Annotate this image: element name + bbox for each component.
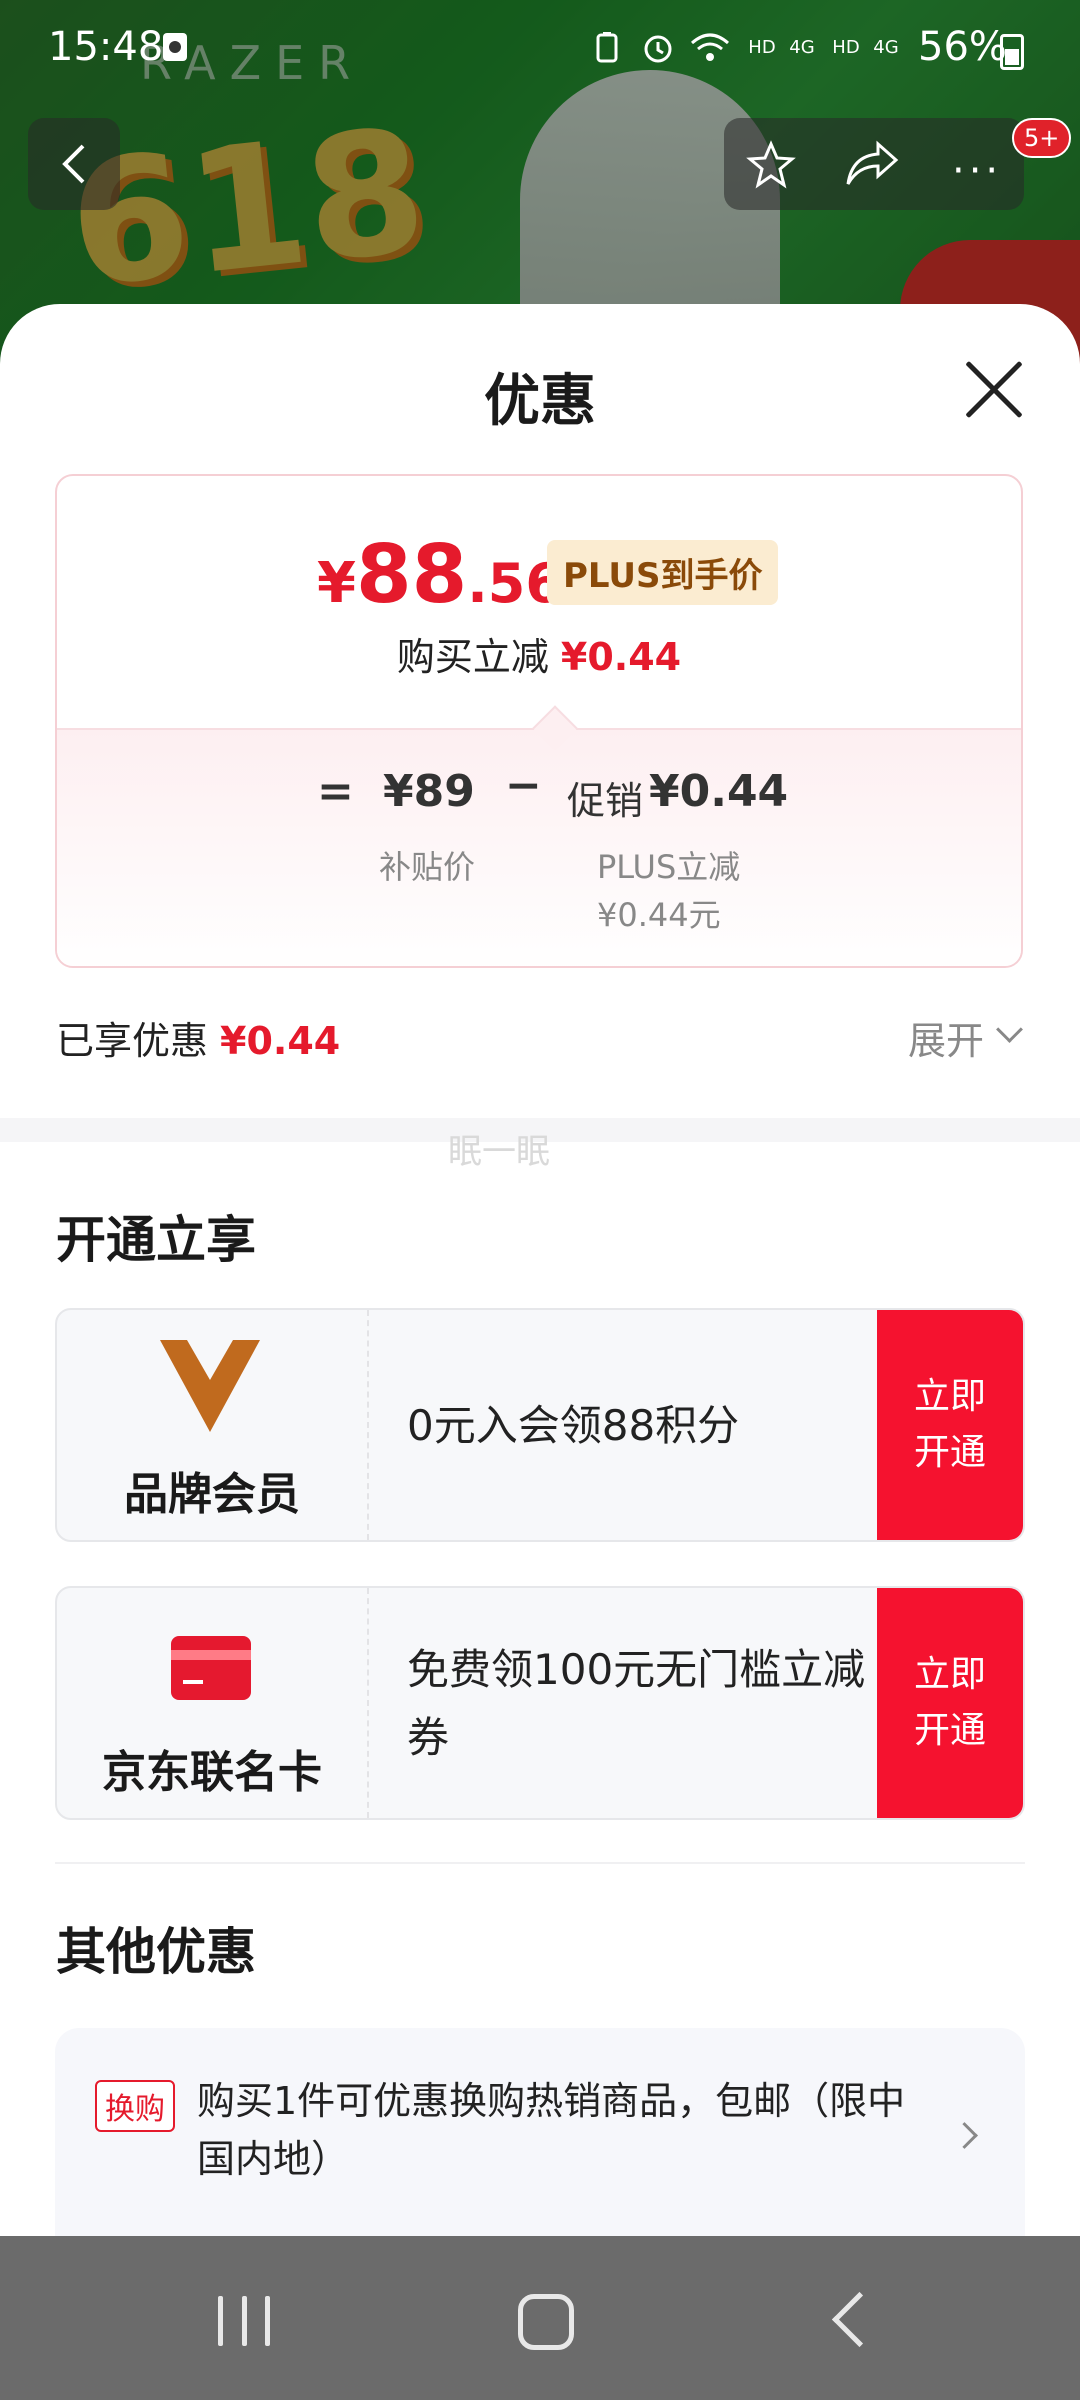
promo-caption-line1: PLUS立减	[597, 848, 741, 886]
open-section-title: 开通立享	[56, 1211, 256, 1269]
wifi-icon	[690, 30, 730, 64]
price-integer: 88	[355, 528, 468, 621]
offer-name: 京东联名卡	[102, 1747, 322, 1798]
share-button[interactable]	[844, 140, 900, 194]
favorite-button[interactable]	[746, 140, 796, 194]
notification-badge: 5+	[1012, 118, 1072, 158]
recents-button[interactable]	[218, 2296, 270, 2346]
signal-4g-icon: 4G	[789, 36, 815, 58]
trade-in-text: 购买1件可优惠换购热销商品，包邮（限中国内地）	[197, 2079, 906, 2181]
buy-reduce-value: ¥0.44	[560, 635, 682, 679]
open-now-label: 立即开通	[913, 1376, 986, 1473]
formula-minus: −	[505, 760, 542, 811]
watermark-text: 眠一眠	[448, 1132, 550, 1172]
formula-promo-value: ¥0.44	[649, 766, 789, 817]
plus-price-tag: PLUS到手价	[547, 540, 779, 605]
hd-icon-2: HD	[832, 36, 860, 58]
chevron-right-icon	[951, 2122, 978, 2149]
sheet-title: 优惠	[484, 369, 596, 434]
app-notification-icon	[160, 30, 190, 64]
formula-base-price: ¥89	[383, 766, 475, 817]
expand-button[interactable]: 展开	[908, 1010, 984, 1065]
offer-description: 0元入会领88积分	[407, 1401, 740, 1450]
navigation-bar	[0, 2236, 1080, 2400]
alarm-icon	[640, 30, 676, 64]
status-time: 15:48	[48, 24, 164, 70]
status-bar: 15:48 HD 4G HD 4G 56%	[0, 0, 1080, 96]
trade-in-tag: 换购	[95, 2080, 175, 2132]
buy-reduce-row: 购买立减 ¥0.44	[57, 626, 1021, 681]
offer-name: 品牌会员	[124, 1469, 300, 1520]
trade-in-offer-row[interactable]: 换购 购买1件可优惠换购热销商品，包邮（限中国内地）	[55, 2028, 1025, 2236]
brand-member-offer[interactable]: 品牌会员 0元入会领88积分 立即开通	[55, 1308, 1025, 1542]
open-now-button[interactable]: 立即开通	[877, 1310, 1023, 1540]
home-button[interactable]	[518, 2294, 574, 2350]
enjoyed-value: ¥0.44	[220, 1019, 341, 1063]
star-icon	[746, 140, 796, 189]
chevron-down-icon	[996, 1016, 1023, 1043]
offer-left-panel: 品牌会员	[57, 1310, 369, 1540]
open-now-button[interactable]: 立即开通	[877, 1588, 1023, 1818]
discount-sheet: 优惠 ¥88.56 PLUS到手价 购买立减 ¥0.44 = ¥89 − 促销 ¥…	[0, 304, 1080, 2236]
co-brand-card-offer[interactable]: 京东联名卡 免费领100元无门槛立减券 立即开通	[55, 1586, 1025, 1820]
formula-promo-label: 促销	[567, 779, 644, 823]
price-card: ¥88.56 PLUS到手价 购买立减 ¥0.44 = ¥89 − 促销 ¥0.4…	[55, 474, 1023, 968]
battery-percentage: 56%	[918, 24, 1007, 70]
base-price-caption: 补贴价	[379, 848, 476, 886]
divider-line	[55, 1862, 1025, 1864]
battery-saver-icon	[592, 30, 622, 64]
enjoyed-discount-row: 已享优惠 ¥0.44	[56, 1010, 340, 1065]
top-actions-group: ···	[724, 118, 1024, 210]
offer-left-panel: 京东联名卡	[57, 1588, 369, 1818]
hd-icon: HD	[748, 36, 776, 58]
more-dots-icon: ···	[952, 148, 1003, 194]
close-button[interactable]	[962, 358, 1026, 422]
credit-card-icon	[171, 1636, 251, 1700]
chevron-left-icon	[62, 144, 85, 184]
promo-caption-line2: ¥0.44元	[597, 896, 721, 934]
offer-description: 免费领100元无门槛立减券	[407, 1645, 866, 1762]
other-section-title: 其他优惠	[56, 1923, 256, 1981]
open-now-label: 立即开通	[913, 1654, 986, 1751]
price-currency: ¥	[317, 551, 356, 616]
back-button[interactable]	[28, 118, 120, 210]
battery-icon	[1000, 34, 1024, 70]
share-icon	[846, 140, 899, 185]
signal-4g-icon-2: 4G	[873, 36, 899, 58]
system-back-button[interactable]	[831, 2291, 888, 2348]
enjoyed-label: 已享优惠	[56, 1019, 209, 1063]
price-breakdown: = ¥89 − 促销 ¥0.44 补贴价 PLUS立减 ¥0.44元	[57, 728, 1021, 966]
final-price: ¥88.56	[317, 528, 563, 621]
formula-equals: =	[317, 766, 354, 817]
buy-reduce-label: 购买立减	[396, 635, 549, 679]
more-button[interactable]: ···	[952, 148, 1002, 194]
